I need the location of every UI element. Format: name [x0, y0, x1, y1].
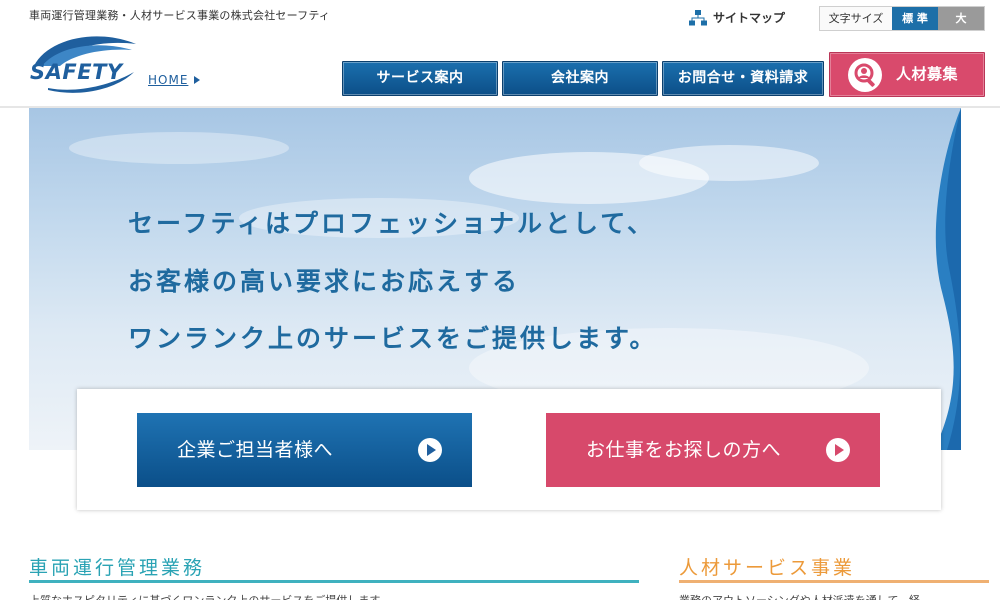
- hero-headline-line-2: お客様の高い要求にお応えする: [128, 267, 521, 296]
- sitemap-link[interactable]: サイトマップ: [689, 9, 785, 26]
- nav-contact-button[interactable]: お問合せ・資料請求: [662, 61, 824, 96]
- site-tagline: 車両運行管理業務・人材サービス事業の株式会社セーフティ: [29, 9, 331, 22]
- vehicle-section-underline: [29, 580, 639, 583]
- breadcrumb-arrow-icon: [194, 76, 200, 84]
- arrow-right-circle-icon: [826, 438, 850, 462]
- font-size-label: 文字サイズ: [820, 7, 892, 30]
- nav-recruit-label: 人材募集: [896, 65, 959, 83]
- hr-section-underline: [679, 580, 989, 583]
- site-logo[interactable]: SAFETY: [28, 32, 140, 96]
- font-size-standard-button[interactable]: 標 準: [892, 7, 938, 30]
- sitemap-icon: [689, 9, 707, 25]
- arrow-right-circle-icon: [418, 438, 442, 462]
- jobseeker-cta-button[interactable]: お仕事をお探しの方へ: [546, 413, 880, 487]
- site-header: 車両運行管理業務・人材サービス事業の株式会社セーフティ サイトマップ 文字サイズ…: [0, 0, 1000, 108]
- hero-headline-line-3: ワンランク上のサービスをご提供します。: [128, 324, 658, 353]
- hr-section-title[interactable]: 人材サービス事業: [679, 553, 855, 580]
- nav-recruit-button[interactable]: 人材募集: [829, 52, 985, 97]
- hr-section-text: 業務のアウトソーシングや人材派遣を通して、経: [679, 592, 989, 600]
- font-size-large-button[interactable]: 大: [938, 7, 984, 30]
- person-search-icon: [848, 58, 882, 92]
- nav-company-button[interactable]: 会社案内: [502, 61, 658, 96]
- corporate-cta-label: 企業ご担当者様へ: [177, 439, 334, 461]
- hero-headline-line-1: セーフティはプロフェッショナルとして、: [128, 209, 656, 238]
- vehicle-section-title[interactable]: 車両運行管理業務: [29, 553, 205, 580]
- logo-wordmark: SAFETY: [30, 60, 123, 84]
- corporate-cta-button[interactable]: 企業ご担当者様へ: [137, 413, 472, 487]
- cta-panel: 企業ご担当者様へ お仕事をお探しの方へ: [77, 389, 941, 510]
- breadcrumb-home-link[interactable]: HOME: [148, 73, 188, 87]
- nav-service-button[interactable]: サービス案内: [342, 61, 498, 96]
- jobseeker-cta-label: お仕事をお探しの方へ: [586, 439, 782, 461]
- vehicle-section-text: 上質なホスピタリティに基づくワンランク上のサービスをご提供します。: [29, 592, 639, 600]
- font-size-switcher: 文字サイズ 標 準 大: [819, 6, 985, 31]
- sitemap-label: サイトマップ: [713, 11, 786, 25]
